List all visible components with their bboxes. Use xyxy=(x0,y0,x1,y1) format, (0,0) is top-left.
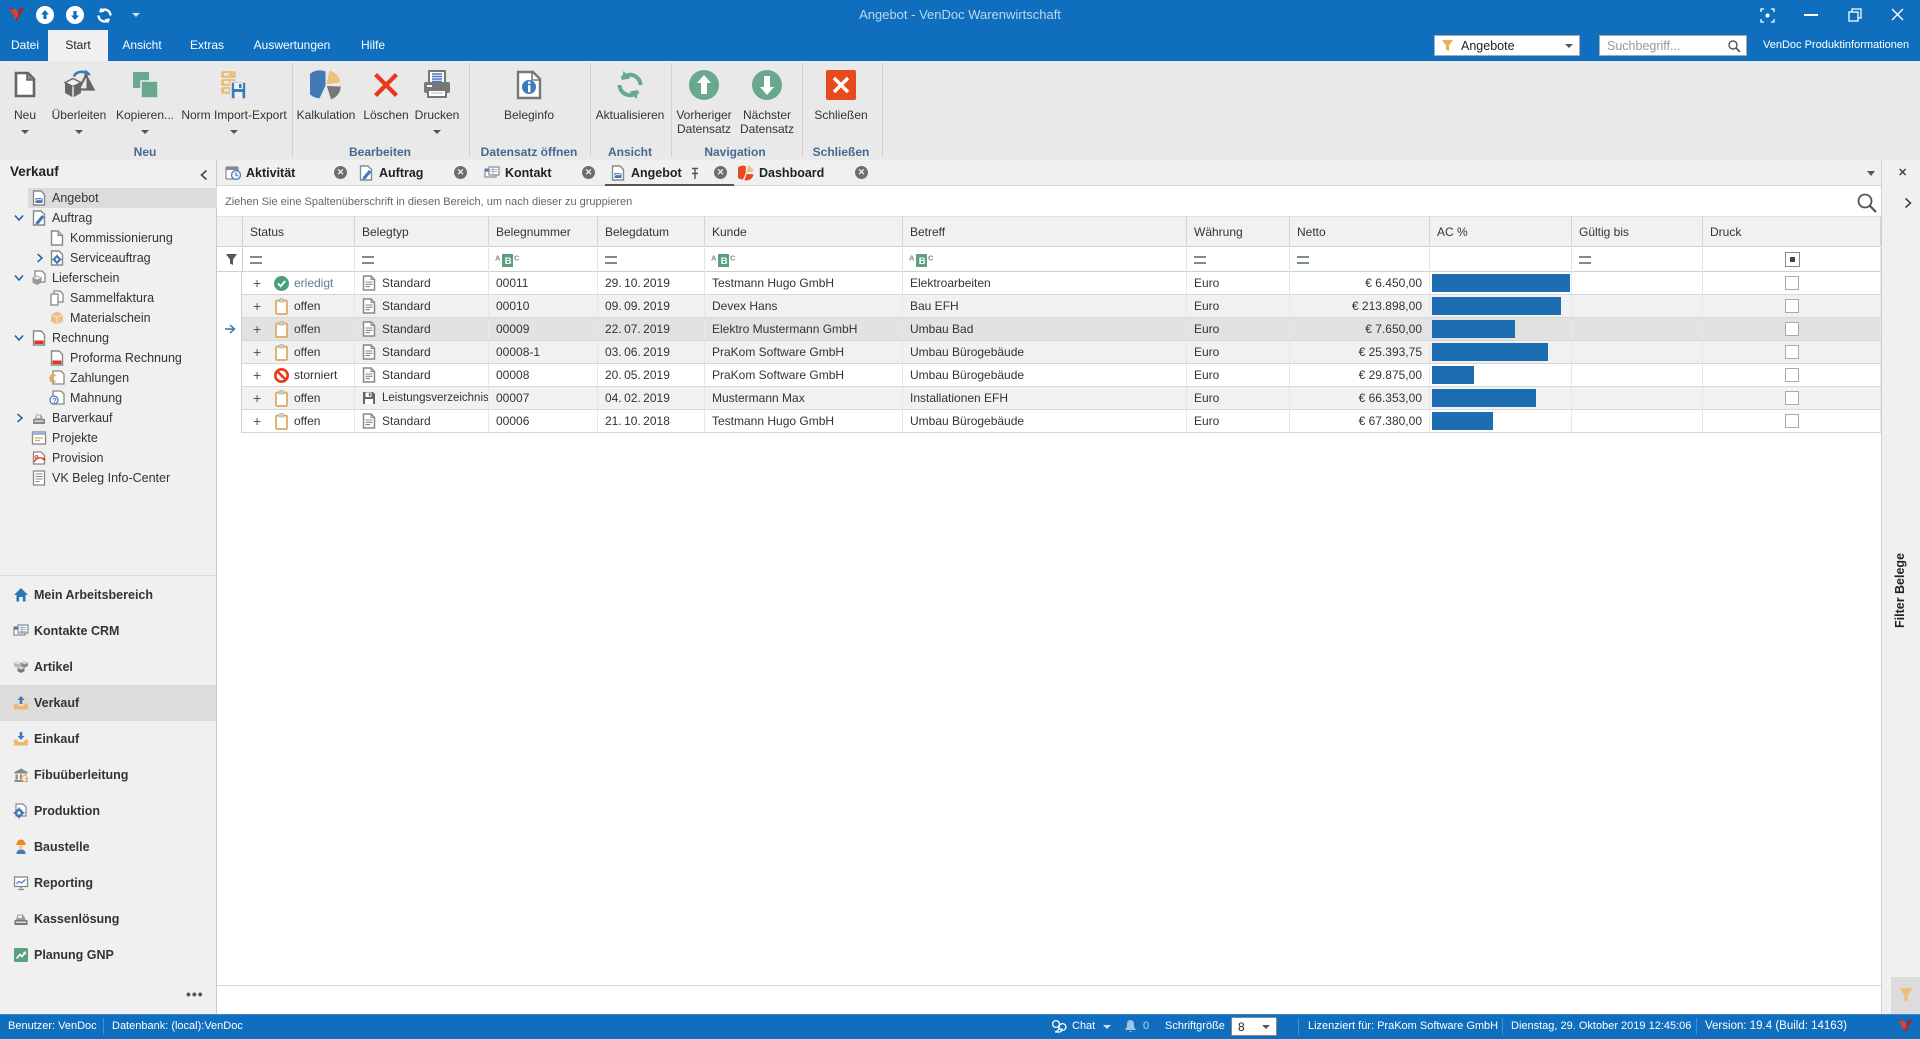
svg-text:B: B xyxy=(721,256,728,267)
svg-text:C: C xyxy=(514,254,519,263)
svg-text:A: A xyxy=(909,254,915,263)
svg-text:A: A xyxy=(711,254,717,263)
svg-text:B: B xyxy=(505,256,512,267)
svg-text:€: € xyxy=(49,371,56,386)
svg-text:€: € xyxy=(23,776,27,783)
svg-text:B: B xyxy=(919,256,926,267)
svg-text:?: ? xyxy=(52,396,57,405)
svg-text:A: A xyxy=(495,254,501,263)
svg-text:C: C xyxy=(730,254,735,263)
svg-text:C: C xyxy=(928,254,933,263)
